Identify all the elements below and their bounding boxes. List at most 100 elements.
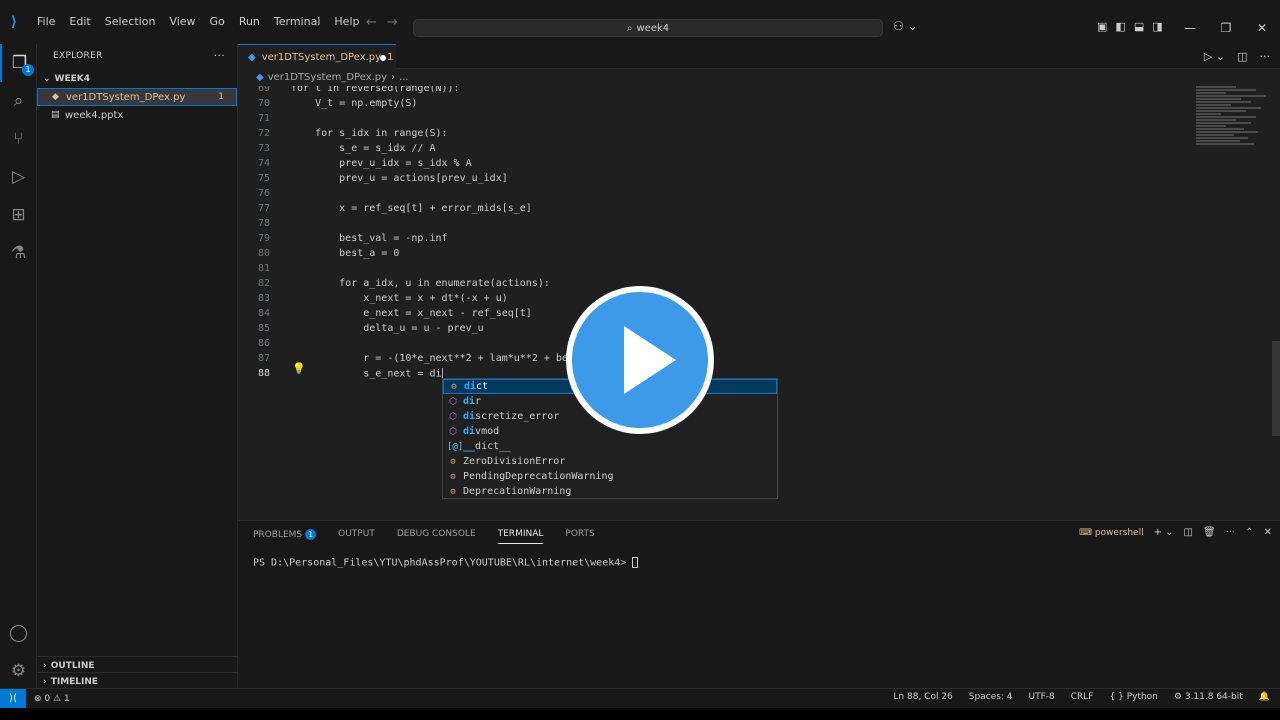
menu-terminal[interactable]: Terminal xyxy=(267,0,328,44)
line-number: 85 xyxy=(257,323,270,334)
suggestion-label: ZeroDivisionError xyxy=(463,456,565,467)
tab-python-file[interactable]: ◆ ver1DTSystem_DPex.py 1 xyxy=(238,44,396,69)
run-python-icon[interactable]: ▷ ⌄ xyxy=(1204,50,1225,63)
notifications-icon[interactable]: 🔔 xyxy=(1259,692,1270,702)
menu-go[interactable]: Go xyxy=(203,0,232,44)
suggestion-item[interactable]: ⚙ DeprecationWarning xyxy=(443,484,777,499)
play-icon xyxy=(624,326,676,394)
menu-bar: File Edit Selection View Go Run Terminal… xyxy=(30,0,366,44)
toggle-secondary-sidebar-icon[interactable]: ◨ xyxy=(1152,20,1162,33)
code-text: V_t = np.empty(S) xyxy=(291,98,418,109)
minimap[interactable] xyxy=(1196,86,1276,216)
menu-selection[interactable]: Selection xyxy=(98,0,163,44)
video-play-button[interactable] xyxy=(566,286,714,434)
copilot-icon[interactable]: ⚇ ⌄ xyxy=(893,19,918,33)
code-line: 71 xyxy=(238,111,1188,126)
python-interpreter[interactable]: ⚙ 3.11.8 64-bit xyxy=(1174,692,1243,702)
breadcrumb-file[interactable]: ver1DTSystem_DPex.py xyxy=(268,72,387,83)
breadcrumb: ◆ ver1DTSystem_DPex.py › ... xyxy=(238,69,409,86)
forward-arrow-icon[interactable]: → xyxy=(387,15,398,30)
search-view-icon[interactable]: ⌕ xyxy=(0,82,37,120)
code-text: prev_u = actions[prev_u_idx] xyxy=(291,173,508,184)
settings-gear-icon[interactable]: ⚙ xyxy=(0,652,37,690)
tab-label: ver1DTSystem_DPex.py xyxy=(261,51,382,63)
code-text: best_a = 0 xyxy=(291,248,400,259)
code-line: 83 x_next = x + dt*(-x + u) xyxy=(238,291,1188,306)
source-control-icon[interactable]: ⑂ xyxy=(0,120,37,158)
suggestion-label: PendingDeprecationWarning xyxy=(463,471,614,482)
run-debug-icon[interactable]: ▷ xyxy=(0,158,37,196)
code-text: x_next = x + dt*(-x + u) xyxy=(291,293,508,304)
suggestion-rest: scretize_error xyxy=(475,411,560,422)
toggle-panel-icon[interactable]: ⬓ xyxy=(1134,20,1144,33)
lightbulb-icon[interactable]: 💡 xyxy=(292,362,306,375)
code-text-current: s_e_next = di xyxy=(291,367,443,380)
code-text: s_e_next = di xyxy=(291,368,442,380)
unsaved-dot-icon[interactable] xyxy=(380,55,386,61)
menu-file[interactable]: File xyxy=(30,0,62,44)
suggestion-label: discretize_error xyxy=(463,411,559,422)
code-text: for t in reversed(range(N)): xyxy=(291,86,460,94)
explorer-header: EXPLORER ··· xyxy=(37,44,237,68)
extensions-icon[interactable]: ⊞ xyxy=(0,196,37,234)
more-actions-icon[interactable]: ··· xyxy=(214,49,225,62)
remote-icon[interactable]: ⟩⟨ xyxy=(0,688,26,709)
accounts-icon[interactable]: ◯ xyxy=(0,614,37,652)
suggestion-match: di xyxy=(463,426,476,437)
tab-debug-console[interactable]: DEBUG CONSOLE xyxy=(397,529,476,544)
folder-week4[interactable]: ⌄ WEEK4 xyxy=(37,70,237,88)
explorer-icon[interactable]: ❐ 1 xyxy=(0,44,37,82)
terminal-shell-selector[interactable]: ⌨ powershell xyxy=(1079,528,1144,538)
toggle-sidebar-icon[interactable]: ◧ xyxy=(1115,20,1125,33)
maximize-panel-icon[interactable]: ⌃ xyxy=(1245,527,1253,538)
suggestion-label: dir xyxy=(463,396,481,407)
problems-status[interactable]: ⊗ 0 ⚠ 1 xyxy=(34,694,70,704)
tab-problems[interactable]: PROBLEMS 1 xyxy=(253,529,317,544)
file-item-python[interactable]: ◆ ver1DTSystem_DPex.py 1 xyxy=(37,88,237,106)
language-mode[interactable]: { } Python xyxy=(1109,692,1157,702)
menu-run[interactable]: Run xyxy=(232,0,267,44)
menu-view[interactable]: View xyxy=(162,0,202,44)
close-window-icon[interactable]: ✕ xyxy=(1244,0,1280,44)
menu-edit[interactable]: Edit xyxy=(62,0,97,44)
split-editor-icon[interactable]: ◫ xyxy=(1237,50,1247,63)
code-text: best_val = -np.inf xyxy=(291,233,448,244)
restore-icon[interactable]: ❐ xyxy=(1208,0,1244,44)
menu-help[interactable]: Help xyxy=(327,0,366,44)
code-text: prev_u_idx = s_idx % A xyxy=(291,158,472,169)
file-item-pptx[interactable]: ▤ week4.pptx xyxy=(37,106,237,124)
tab-ports[interactable]: PORTS xyxy=(565,529,594,544)
kill-terminal-icon[interactable]: 🗑 xyxy=(1203,527,1216,538)
minimize-icon[interactable]: — xyxy=(1172,0,1208,44)
more-actions-icon[interactable]: ··· xyxy=(1226,527,1236,538)
suggestion-item[interactable]: [@] __dict__ xyxy=(443,439,777,454)
close-panel-icon[interactable]: ✕ xyxy=(1264,527,1272,538)
breadcrumb-rest[interactable]: ... xyxy=(399,72,409,83)
more-actions-icon[interactable]: ··· xyxy=(1260,50,1271,63)
terminal-output[interactable]: PS D:\Personal_Files\YTU\phdAssProf\YOUT… xyxy=(253,557,639,569)
line-number: 69 xyxy=(257,86,270,94)
command-center-search[interactable]: ⌕ week4 xyxy=(413,19,883,37)
tab-terminal[interactable]: TERMINAL xyxy=(497,529,544,544)
line-endings[interactable]: CRLF xyxy=(1071,692,1094,702)
customize-layout-icon[interactable]: ▣ xyxy=(1097,20,1107,33)
code-line: 69 for t in reversed(range(N)): xyxy=(238,86,1188,96)
panel-actions: ⌨ powershell + ⌄ ◫ 🗑 ··· ⌃ ✕ xyxy=(1079,527,1272,538)
code-text: for s_idx in range(S): xyxy=(291,128,448,139)
braces-icon: { } xyxy=(1109,692,1124,702)
suggestion-item[interactable]: ⚙ ZeroDivisionError xyxy=(443,454,777,469)
testing-icon[interactable]: ⚗ xyxy=(0,234,37,272)
encoding[interactable]: UTF-8 xyxy=(1029,692,1055,702)
cursor-position[interactable]: Ln 88, Col 26 xyxy=(893,692,952,702)
back-arrow-icon[interactable]: ← xyxy=(366,15,377,30)
new-terminal-icon[interactable]: + ⌄ xyxy=(1154,527,1174,538)
code-line: 75 prev_u = actions[prev_u_idx] xyxy=(238,171,1188,186)
code-line: 85 delta_u = u - prev_u xyxy=(238,321,1188,336)
tab-output[interactable]: OUTPUT xyxy=(338,529,375,544)
split-terminal-icon[interactable]: ◫ xyxy=(1184,527,1193,538)
editor-scrollbar[interactable] xyxy=(1272,341,1280,436)
suggestion-item[interactable]: ⚙ PendingDeprecationWarning xyxy=(443,469,777,484)
line-number: 83 xyxy=(257,293,270,304)
line-number: 87 xyxy=(257,353,270,364)
indentation[interactable]: Spaces: 4 xyxy=(969,692,1013,702)
